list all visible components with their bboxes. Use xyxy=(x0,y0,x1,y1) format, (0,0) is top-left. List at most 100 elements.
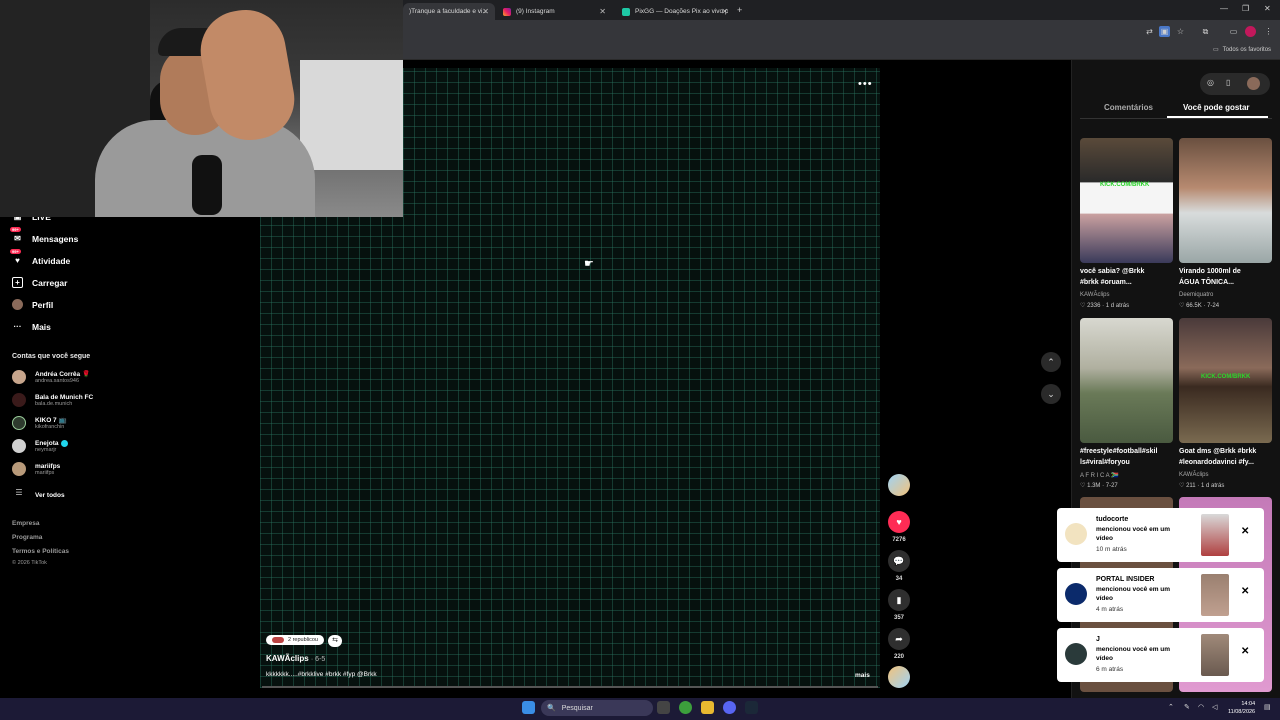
card-description[interactable]: Virando 1000ml de ÁGUA TÔNICA... xyxy=(1179,266,1272,288)
see-all-link[interactable]: ☰ Ver todos xyxy=(12,488,64,502)
notification-thumbnail[interactable] xyxy=(1201,574,1229,616)
card-author[interactable]: KAWÃclips xyxy=(1179,472,1208,478)
nav-activity[interactable]: ♥ 99+ Atividade xyxy=(10,249,70,266)
extension-icon[interactable]: ▣ xyxy=(1159,26,1170,37)
minimize-icon[interactable]: — xyxy=(1220,4,1228,13)
volume-icon[interactable]: ◁ xyxy=(1212,703,1217,711)
comment-icon[interactable]: 💬 xyxy=(888,550,910,572)
following-account[interactable]: Andréa Corrêa 🌹 andrea.santos946 xyxy=(12,370,90,384)
translate-icon[interactable]: ⇄ xyxy=(1144,26,1155,37)
avatar xyxy=(12,462,26,476)
nav-messages[interactable]: ✉ 99+ Mensagens xyxy=(10,227,78,244)
tab-title: PixGG — Doações Pix ao vivo p xyxy=(635,8,728,15)
device-icon[interactable]: ▯ xyxy=(1226,78,1230,87)
webcam-microphone xyxy=(192,155,222,215)
discord-icon[interactable] xyxy=(723,701,736,714)
card-author[interactable]: A F R I C A 🇿🇦 xyxy=(1080,472,1118,479)
tab-you-may-like[interactable]: Você pode gostar xyxy=(1183,103,1250,112)
tab-comments[interactable]: Comentários xyxy=(1104,103,1153,112)
previous-video-button[interactable]: ⌃ xyxy=(1041,352,1061,372)
card-author[interactable]: Deemiquatro xyxy=(1179,292,1213,298)
nav-more[interactable]: ··· Mais xyxy=(12,321,51,332)
steam-icon[interactable] xyxy=(745,701,758,714)
card-desc-line: #brkk #oruam... xyxy=(1080,279,1132,286)
close-notification-icon[interactable]: ✕ xyxy=(1241,526,1249,537)
browser-tab-active[interactable]: )Tranque a faculdade e vi... ✕ xyxy=(403,3,495,20)
close-tab-icon[interactable]: ✕ xyxy=(599,7,606,16)
republished-badge[interactable]: 2 republicou xyxy=(266,635,324,645)
card-likes: 2336 xyxy=(1087,303,1101,309)
upload-icon: + xyxy=(12,277,23,288)
card-author[interactable]: KAWÃclips xyxy=(1080,292,1109,298)
like-icon[interactable]: ♥ xyxy=(888,511,910,533)
pen-icon[interactable]: ✎ xyxy=(1184,703,1190,711)
footer-program-link[interactable]: Programa xyxy=(12,534,42,541)
browser-menu-icon[interactable]: ⋮ xyxy=(1263,26,1274,37)
search-label: Pesquisar xyxy=(561,704,593,712)
notification-sender: PORTAL INSIDER xyxy=(1096,576,1155,583)
video-thumbnail[interactable]: KICK.COM/BRKK xyxy=(1080,138,1173,263)
close-window-icon[interactable]: ✕ xyxy=(1264,4,1271,13)
next-video-button[interactable]: ⌄ xyxy=(1041,384,1061,404)
more-caption-link[interactable]: mais xyxy=(855,672,870,679)
bookmark-star-icon[interactable]: ☆ xyxy=(1175,26,1186,37)
video-thumbnail[interactable]: KICK.COM/BRKK xyxy=(1179,318,1272,443)
card-description[interactable]: Goat dms @Brkk #brkk #leonardodavinci #f… xyxy=(1179,446,1272,468)
following-account[interactable]: mariifps mariifps xyxy=(12,462,60,476)
notification-toast[interactable]: PORTAL INSIDER mencionou você em um víde… xyxy=(1057,568,1264,622)
messages-badge: 99+ xyxy=(10,227,21,232)
following-account[interactable]: Enejota neymarjr xyxy=(12,439,69,453)
video-author[interactable]: KAWÃclips · 6-5 xyxy=(266,654,325,663)
bookmark-icon[interactable]: ▮ xyxy=(888,589,910,611)
notification-thumbnail[interactable] xyxy=(1201,514,1229,556)
nav-upload[interactable]: + Carregar xyxy=(12,277,67,288)
footer-company-link[interactable]: Empresa xyxy=(12,520,39,527)
thumbnail-overlay-text: KICK.COM/BRKK xyxy=(1201,374,1251,380)
user-avatar-icon[interactable] xyxy=(1247,77,1260,90)
video-thumbnail[interactable] xyxy=(1080,318,1173,443)
compass-icon[interactable]: ◎ xyxy=(1207,78,1214,87)
cast-icon[interactable]: ▭ xyxy=(1228,26,1239,37)
card-description[interactable]: você sabia? @Brkk #brkk #oruam... xyxy=(1080,266,1173,288)
account-name: Bala de Munich FC xyxy=(35,393,94,401)
tray-chevron-icon[interactable]: ⌃ xyxy=(1168,703,1174,711)
browser-tab-instagram[interactable]: (9) Instagram ✕ xyxy=(497,3,612,20)
browser-tab-pixgg[interactable]: PixGG — Doações Pix ao vivo p ✕ xyxy=(616,3,734,20)
taskbar-clock[interactable]: 14:04 11/08/2026 xyxy=(1228,700,1255,716)
card-likes: 1.3M xyxy=(1087,483,1101,489)
close-notification-icon[interactable]: ✕ xyxy=(1241,646,1249,657)
file-explorer-icon[interactable] xyxy=(701,701,714,714)
close-tab-icon[interactable]: ✕ xyxy=(482,7,489,16)
task-view-icon[interactable] xyxy=(657,701,670,714)
card-desc-line: ls#viral#foryou xyxy=(1080,459,1130,466)
notification-toast[interactable]: tudocorte mencionou você em um vídeo 10 … xyxy=(1057,508,1264,562)
notification-center-icon[interactable]: ▤ xyxy=(1264,703,1271,711)
maximize-icon[interactable]: ❐ xyxy=(1242,4,1249,13)
following-account[interactable]: Bala de Munich FC bala.de.munich xyxy=(12,393,93,407)
music-disc-icon[interactable] xyxy=(888,666,910,688)
notification-toast[interactable]: J mencionou você em um vídeo 6 m atrás ✕ xyxy=(1057,628,1264,682)
video-thumbnail[interactable] xyxy=(1179,138,1272,263)
windows-start-icon[interactable] xyxy=(522,701,535,714)
wifi-icon[interactable]: ◠ xyxy=(1198,703,1204,711)
card-description[interactable]: #freestyle#football#skil ls#viral#foryou xyxy=(1080,446,1173,468)
video-progress-bar[interactable] xyxy=(262,686,878,688)
share-icon[interactable]: ➦ xyxy=(888,628,910,650)
nav-profile[interactable]: Perfil xyxy=(12,299,53,310)
taskbar-search[interactable]: 🔍 Pesquisar xyxy=(541,700,653,716)
close-tab-icon[interactable]: ✕ xyxy=(721,7,728,16)
close-notification-icon[interactable]: ✕ xyxy=(1241,586,1249,597)
chrome-icon[interactable] xyxy=(679,701,692,714)
footer-terms-link[interactable]: Termos e Políticas xyxy=(12,548,69,555)
profile-avatar-icon[interactable] xyxy=(1245,26,1256,37)
extensions-puzzle-icon[interactable]: ⧉ xyxy=(1200,26,1211,37)
notification-thumbnail[interactable] xyxy=(1201,634,1229,676)
new-tab-button[interactable]: + xyxy=(737,5,742,15)
all-bookmarks-link[interactable]: ▭ Todos os favoritos xyxy=(1213,46,1271,54)
share-count: 220 xyxy=(893,654,904,660)
card-age: 1 d atrás xyxy=(1200,483,1225,489)
repost-icon[interactable]: ⇆ xyxy=(328,635,342,647)
following-account[interactable]: KIKO 7 📺 kikofranchin xyxy=(12,416,67,430)
more-options-icon[interactable]: ••• xyxy=(858,78,873,90)
creator-avatar[interactable] xyxy=(888,474,910,496)
